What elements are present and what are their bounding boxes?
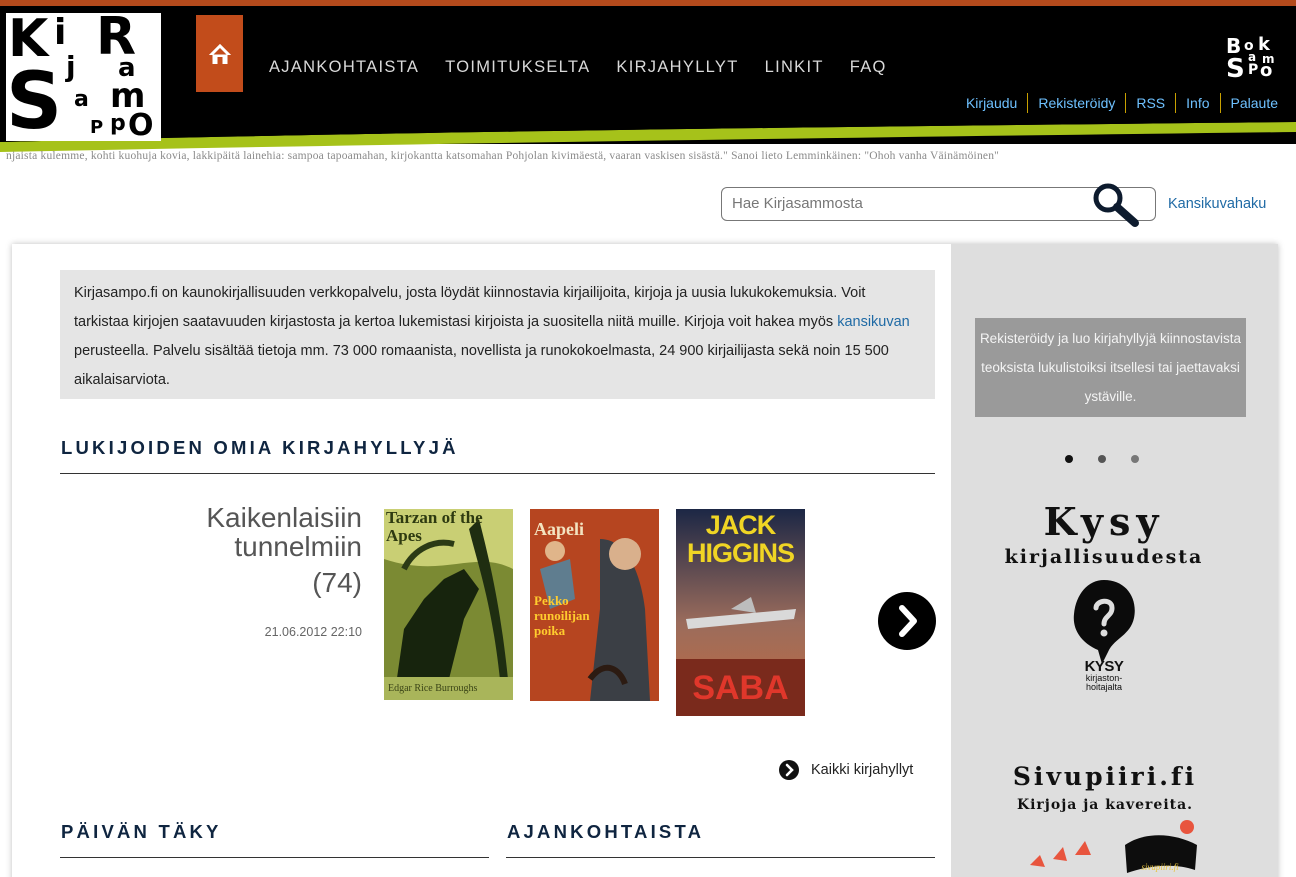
nav-faq[interactable]: FAQ: [850, 58, 887, 77]
carousel-dot-3[interactable]: [1131, 455, 1139, 463]
logo-letter: i: [54, 13, 67, 53]
kirjasampo-logo[interactable]: K i R j a S m a p P O: [6, 13, 161, 141]
daily-pick-heading: PÄIVÄN TÄKY: [61, 821, 222, 842]
logo-letter: p: [110, 111, 126, 136]
cover-author: JACK HIGGINS: [686, 510, 795, 568]
cover-search-link[interactable]: Kansikuvahaku: [1168, 196, 1266, 212]
rss-link[interactable]: RSS: [1125, 93, 1175, 113]
logo-letter: S: [6, 57, 63, 141]
logo-letter: P: [90, 117, 104, 138]
cover-title: Pekko runoilijan poika: [534, 593, 590, 638]
header-green-swoosh: [0, 118, 1296, 154]
feedback-link[interactable]: Palaute: [1219, 93, 1278, 113]
book-cover-tarzan[interactable]: Tarzan of the Apes Edgar Rice Burroughs: [384, 509, 513, 700]
carousel-dot-2[interactable]: [1098, 455, 1106, 463]
booksampo-letter: o: [1260, 60, 1273, 81]
kysy-banner[interactable]: Kysy kirjallisuudesta KYSY kirjaston-hoi…: [1000, 499, 1208, 692]
booksampo-letter: S: [1226, 54, 1245, 84]
intro-box: Kirjasampo.fi on kaunokirjallisuuden ver…: [60, 270, 935, 399]
cover-title: Tarzan of the Apes: [386, 509, 483, 545]
booksampo-letter: P: [1248, 62, 1259, 78]
search-input[interactable]: [732, 195, 1072, 212]
logo-letter: j: [66, 50, 76, 83]
nav-kirjahyllyt[interactable]: KIRJAHYLLYT: [616, 58, 738, 77]
shelves-heading: LUKIJOIDEN OMIA KIRJAHYLLYJÄ: [61, 437, 459, 458]
search-icon[interactable]: [1089, 181, 1143, 231]
kysy-logo-subtext: kirjaston-hoitajalta: [1085, 673, 1123, 692]
kysy-title: Kysy: [1043, 499, 1165, 544]
all-shelves-label: Kaikki kirjahyllyt: [811, 762, 914, 778]
register-promo[interactable]: Rekisteröidy ja luo kirjahyllyjä kiinnos…: [975, 318, 1246, 417]
register-link[interactable]: Rekisteröidy: [1027, 93, 1125, 113]
nav-ajankohtaista[interactable]: AJANKOHTAISTA: [269, 58, 419, 77]
news-heading: AJANKOHTAISTA: [507, 821, 705, 842]
sivupiiri-title: Sivupiiri.fi: [1012, 762, 1198, 791]
cover-author: Edgar Rice Burroughs: [388, 683, 478, 694]
sivupiiri-subtitle: Kirjoja ja kavereita.: [1016, 797, 1194, 813]
intro-text: perusteella. Palvelu sisältää tietoja mm…: [74, 343, 889, 388]
intro-text: Kirjasampo.fi on kaunokirjallisuuden ver…: [74, 285, 866, 330]
shelf-date: 21.06.2012 22:10: [264, 625, 362, 639]
shelf-count: (74): [312, 567, 362, 598]
kysy-subtitle: kirjallisuudesta: [1004, 546, 1204, 568]
all-shelves-link[interactable]: Kaikki kirjahyllyt: [779, 760, 913, 780]
next-shelf-button[interactable]: [878, 592, 936, 650]
header-band-text: njaista kulemme, kohti kuohuja kovia, la…: [6, 150, 1000, 162]
cover-author: Aapeli: [534, 519, 585, 539]
cover-title: SABA: [692, 669, 789, 707]
news-divider: [506, 857, 935, 858]
nav-toimitukselta[interactable]: TOIMITUKSELTA: [445, 58, 590, 77]
info-link[interactable]: Info: [1175, 93, 1219, 113]
login-link[interactable]: Kirjaudu: [956, 93, 1027, 113]
sivupiiri-logo-text: sivupiiri.fi: [1141, 862, 1179, 872]
chevron-right-icon: [899, 605, 917, 637]
cover-link[interactable]: kansikuvan: [837, 314, 910, 330]
home-button[interactable]: [196, 15, 243, 92]
shelf-title[interactable]: Kaikenlaisiin tunnelmiin: [150, 503, 362, 561]
carousel-dot-1[interactable]: [1065, 455, 1073, 463]
nav-linkit[interactable]: LINKIT: [765, 58, 824, 77]
chevron-right-icon: [779, 760, 799, 780]
shelves-divider: [60, 473, 935, 474]
main-navigation: AJANKOHTAISTA TOIMITUKSELTA KIRJAHYLLYT …: [269, 58, 913, 77]
book-cover-pekko[interactable]: Aapeli Pekko runoilijan poika: [530, 509, 659, 701]
book-cover-saba[interactable]: JACK HIGGINS SABA: [676, 509, 805, 716]
home-icon: [208, 43, 231, 64]
logo-letter: O: [128, 108, 154, 141]
sivupiiri-banner[interactable]: Sivupiiri.fi Kirjoja ja kavereita. sivup…: [990, 762, 1220, 875]
daily-pick-divider: [60, 857, 489, 858]
utility-links: Kirjaudu Rekisteröidy RSS Info Palaute: [956, 93, 1278, 113]
booksampo-logo[interactable]: B o k a m S P o: [1226, 34, 1278, 84]
logo-letter: a: [74, 87, 89, 112]
